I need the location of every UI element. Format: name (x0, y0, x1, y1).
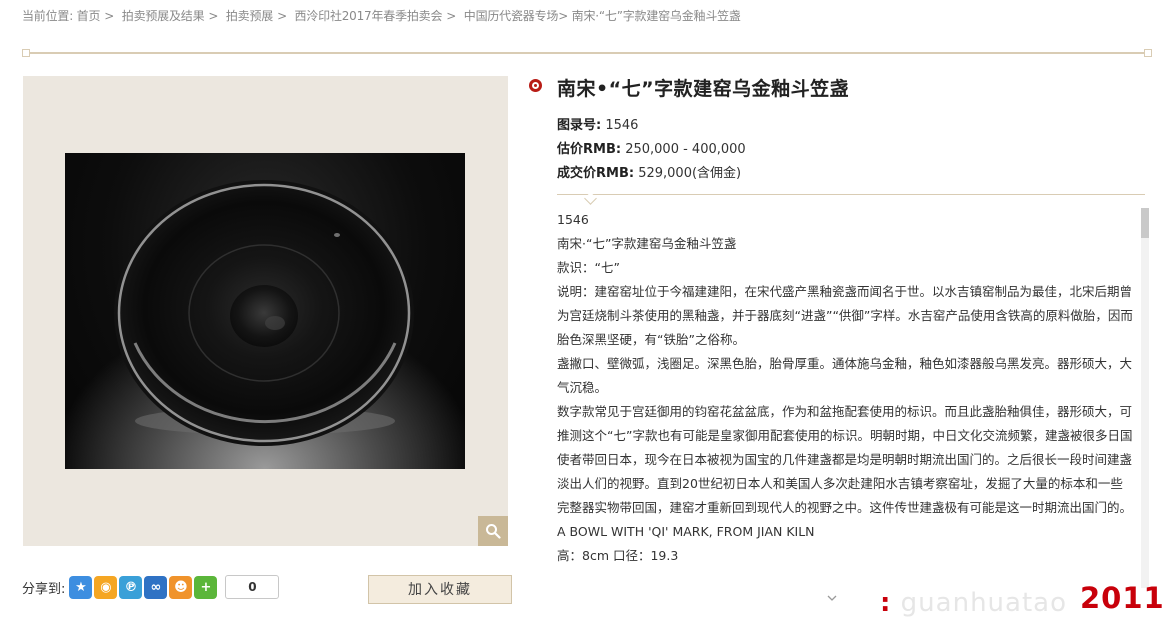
qqfriend-icon[interactable]: ☻ (169, 575, 193, 599)
scrollbar-thumb[interactable] (1141, 208, 1149, 238)
estimate-label: 估价RMB: (557, 142, 622, 157)
magnifier-icon (486, 524, 501, 539)
catalog-value: 1546 (605, 118, 639, 133)
hammer-label: 成交价RMB: (557, 166, 635, 181)
catalog-label: 图录号: (557, 118, 602, 133)
breadcrumb-link-auctions[interactable]: 拍卖预展及结果 (122, 9, 205, 23)
desc-paragraph: 盏撇口、壁微弧，浅圈足。深黑色胎，胎骨厚重。通体施乌金釉，釉色如漆器般乌黑发亮。… (557, 356, 1133, 395)
breadcrumb: 当前位置: 首页 > 拍卖预展及结果 > 拍卖预展 > 西泠印社2017年春季拍卖会 >… (22, 9, 741, 23)
breadcrumb-current: 南宋·“七”字款建窑乌金釉斗笠盏 (571, 9, 741, 23)
hammer-value: 529,000(含佣金) (638, 166, 742, 181)
hammer-price: 成交价RMB: 529,000(含佣金) (557, 162, 741, 181)
desc-lot-number: 1546 (557, 212, 589, 227)
lot-description: 1546 南宋·“七”字款建窑乌金釉斗笠盏 款识：“七” 说明：建窑窑址位于今福… (557, 208, 1133, 580)
add-to-favorites-button[interactable]: 加入收藏 (368, 575, 512, 604)
estimate-value: 250,000 - 400,000 (625, 142, 746, 157)
breadcrumb-link-preview[interactable]: 拍卖预展 (226, 9, 273, 23)
weibo-icon[interactable]: ◉ (94, 575, 118, 599)
share-label: 分享到: (22, 581, 66, 597)
more-icon[interactable]: + (194, 575, 218, 599)
desc-paragraph: 数字款常见于宫廷御用的钧窑花盆盆底，作为和盆拖配套使用的标识。而且此盏胎釉俱佳，… (557, 404, 1133, 515)
breadcrumb-link-sale[interactable]: 西泠印社2017年春季拍卖会 (295, 9, 443, 23)
share-bar: 分享到: ★ ◉ ℗ ∞ ☻ + 0 (22, 574, 280, 600)
watermark: : guanhuatao (880, 588, 1067, 618)
renren-icon[interactable]: ∞ (144, 575, 168, 599)
desc-dimensions: 高：8cm 口径：19.3 (557, 548, 679, 563)
estimate: 估价RMB: 250,000 - 400,000 (557, 138, 746, 157)
breadcrumb-link-session[interactable]: 中国历代瓷器专场 (464, 9, 559, 23)
chevron-down-icon[interactable] (826, 592, 838, 604)
watermark-text: guanhuatao (900, 588, 1067, 618)
breadcrumb-link-home[interactable]: 首页 (77, 9, 101, 23)
desc-paragraph: 说明：建窑窑址位于今福建建阳，在宋代盛产黑釉瓷盏而闻名于世。以水吉镇窑制品为最佳… (557, 284, 1133, 347)
watermark-year: 2011 (1080, 581, 1164, 615)
share-count: 0 (225, 575, 280, 599)
zoom-button[interactable] (478, 516, 508, 546)
description-scrollbar[interactable] (1141, 208, 1149, 588)
tqq-icon[interactable]: ℗ (119, 575, 143, 599)
lot-image-frame (23, 76, 508, 546)
title-bullet-icon (529, 79, 542, 92)
lot-photo[interactable] (65, 153, 465, 469)
lot-title: 南宋•“七”字款建窑乌金釉斗笠盏 (557, 78, 850, 100)
breadcrumb-prefix: 当前位置: (22, 9, 74, 23)
desc-english-title: A BOWL WITH 'QI' MARK, FROM JIAN KILN (557, 524, 815, 539)
catalog-number: 图录号: 1546 (557, 114, 638, 133)
info-divider (557, 194, 1145, 195)
header-divider (22, 49, 1152, 57)
desc-mark: 款识：“七” (557, 260, 620, 275)
qzone-icon[interactable]: ★ (69, 575, 93, 599)
watermark-colon: : (880, 588, 892, 618)
desc-title: 南宋·“七”字款建窑乌金釉斗笠盏 (557, 236, 737, 251)
